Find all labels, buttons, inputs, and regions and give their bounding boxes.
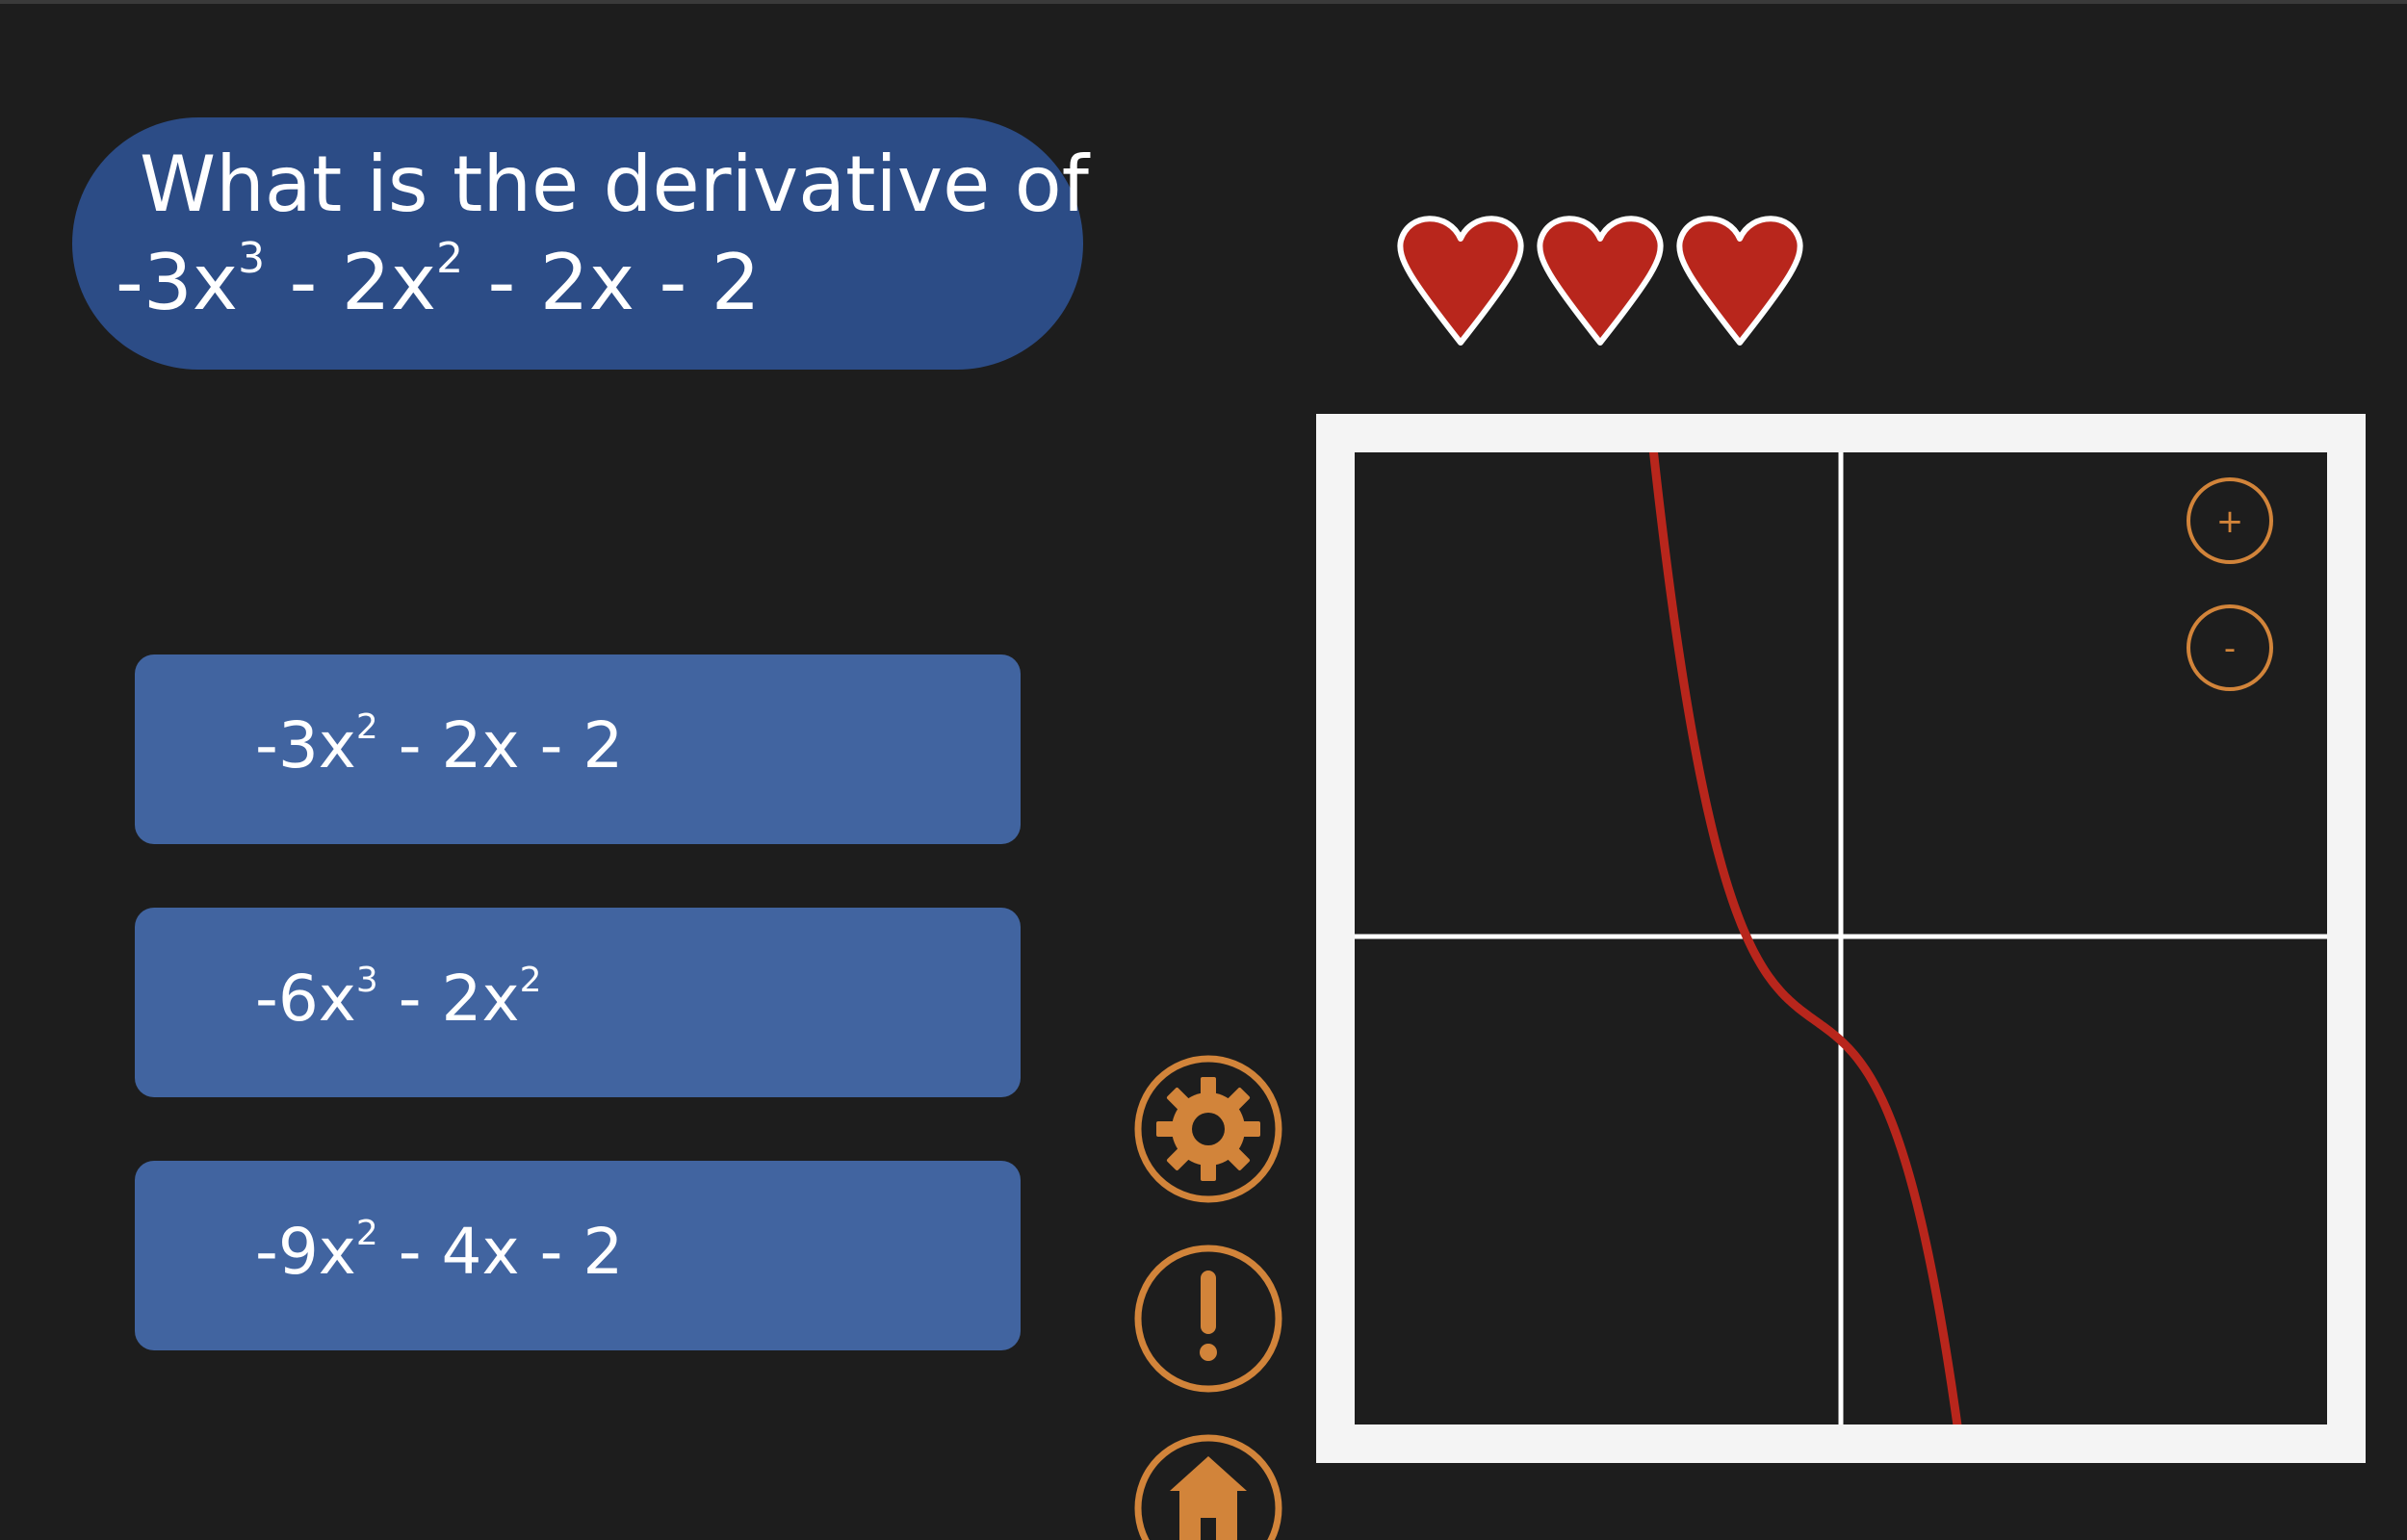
heart-icon <box>1397 216 1524 346</box>
answer-text: -3x2 - 2x - 2 <box>255 707 624 783</box>
home-icon <box>1170 1456 1247 1540</box>
question-prompt: What is the derivative of <box>140 140 1089 229</box>
gear-icon <box>1156 1077 1260 1181</box>
hint-button[interactable] <box>1133 1244 1283 1394</box>
poly-term: - 2x - 2 <box>463 238 761 327</box>
settings-button[interactable] <box>1133 1054 1283 1204</box>
zoom-out-button[interactable]: - <box>2186 603 2274 692</box>
question-bubble: What is the derivative of -3x3 - 2x2 - 2… <box>72 117 1089 370</box>
top-divider <box>0 0 2407 4</box>
heart-icon <box>1676 216 1803 346</box>
answer-option-2[interactable]: -6x3 - 2x2 <box>135 908 1021 1097</box>
graph-canvas <box>1355 452 2327 1424</box>
answer-text: -9x2 - 4x - 2 <box>255 1214 624 1289</box>
answer-option-3[interactable]: -9x2 - 4x - 2 <box>135 1161 1021 1350</box>
poly-term: - 2x2 <box>265 234 464 328</box>
exclamation-icon <box>1200 1270 1217 1361</box>
answer-option-1[interactable]: -3x2 - 2x - 2 <box>135 654 1021 844</box>
zoom-out-label: - <box>2224 629 2236 668</box>
home-button[interactable] <box>1133 1433 1283 1540</box>
game-screen: What is the derivative of -3x3 - 2x2 - 2… <box>0 0 2407 1540</box>
zoom-in-label: + <box>2216 502 2244 541</box>
question-polynomial: -3x3 - 2x2 - 2x - 2 <box>116 235 761 331</box>
poly-term: -3x3 <box>116 234 266 328</box>
heart-icon <box>1537 216 1664 346</box>
lives-indicator <box>1391 202 1815 346</box>
answer-text: -6x3 - 2x2 <box>255 961 542 1036</box>
zoom-in-button[interactable]: + <box>2186 476 2274 565</box>
function-graph[interactable] <box>1355 452 2327 1424</box>
